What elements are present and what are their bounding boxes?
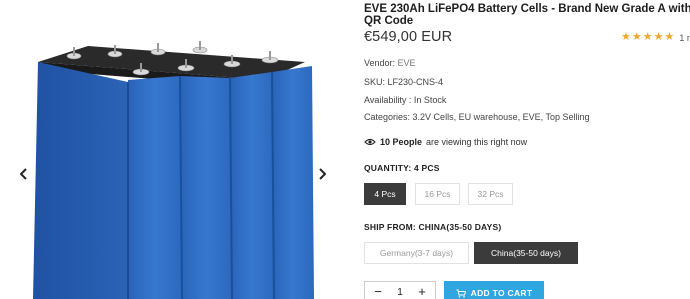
viewers-notice: 10 People are viewing this right now bbox=[364, 137, 527, 147]
sku-row: SKU: LF230-CNS-4 bbox=[364, 77, 443, 87]
decrement-button[interactable]: − bbox=[371, 285, 385, 299]
add-to-cart-button[interactable]: ADD TO CART bbox=[444, 281, 544, 299]
next-image-button[interactable] bbox=[315, 163, 329, 185]
chevron-left-icon bbox=[20, 168, 27, 180]
viewers-count: 10 People bbox=[380, 137, 423, 147]
quantity-option-16[interactable]: 16 Pcs bbox=[415, 183, 460, 205]
quantity-option-4[interactable]: 4 Pcs bbox=[364, 183, 406, 205]
star-icon: ★ bbox=[664, 31, 675, 43]
quantity-stepper: − 1 + bbox=[364, 281, 436, 299]
categories-value[interactable]: 3.2V Cells, EU warehouse, EVE, Top Selli… bbox=[413, 112, 590, 122]
ship-option-china[interactable]: China(35-50 days) bbox=[474, 242, 578, 264]
product-image bbox=[33, 41, 314, 299]
quantity-option-32[interactable]: 32 Pcs bbox=[468, 183, 513, 205]
eye-icon bbox=[364, 138, 376, 146]
availability-value: In Stock bbox=[413, 95, 447, 105]
vendor-label: Vendor: bbox=[364, 58, 396, 68]
sku-label: SKU: bbox=[364, 77, 386, 87]
categories-label: Categories: bbox=[364, 112, 411, 122]
chevron-right-icon bbox=[319, 168, 326, 180]
ship-option-germany[interactable]: Germany(3-7 days) bbox=[364, 242, 469, 264]
quantity-option-label: QUANTITY: 4 PCS bbox=[364, 163, 440, 173]
vendor-row: Vendor: EVE bbox=[364, 58, 416, 68]
star-icon: ★ bbox=[653, 31, 664, 43]
quantity-input[interactable]: 1 bbox=[397, 287, 403, 298]
viewers-text: are viewing this right now bbox=[426, 137, 528, 147]
star-icon: ★ bbox=[642, 31, 653, 43]
product-title: EVE 230Ah LiFePO4 Battery Cells - Brand … bbox=[364, 3, 690, 27]
prev-image-button[interactable] bbox=[17, 163, 31, 185]
vendor-link[interactable]: EVE bbox=[398, 58, 416, 68]
sku-value: LF230-CNS-4 bbox=[387, 77, 444, 87]
increment-button[interactable]: + bbox=[415, 285, 429, 299]
rating[interactable]: ★ ★ ★ ★ ★ 1 re bbox=[621, 32, 690, 43]
review-count[interactable]: 1 re bbox=[679, 33, 690, 43]
cart-icon bbox=[456, 289, 466, 298]
product-price: €549,00 EUR bbox=[364, 29, 453, 45]
product-info: EVE 230Ah LiFePO4 Battery Cells - Brand … bbox=[364, 0, 690, 299]
availability-label: Availability : bbox=[364, 95, 412, 105]
availability-row: Availability : In Stock bbox=[364, 95, 446, 105]
categories-row: Categories: 3.2V Cells, EU warehouse, EV… bbox=[364, 112, 589, 122]
add-to-cart-label: ADD TO CART bbox=[470, 288, 533, 298]
star-icon: ★ bbox=[621, 31, 631, 43]
star-icon: ★ bbox=[631, 31, 642, 43]
ship-from-label: SHIP FROM: CHINA(35-50 DAYS) bbox=[364, 222, 502, 232]
product-gallery bbox=[0, 0, 345, 299]
